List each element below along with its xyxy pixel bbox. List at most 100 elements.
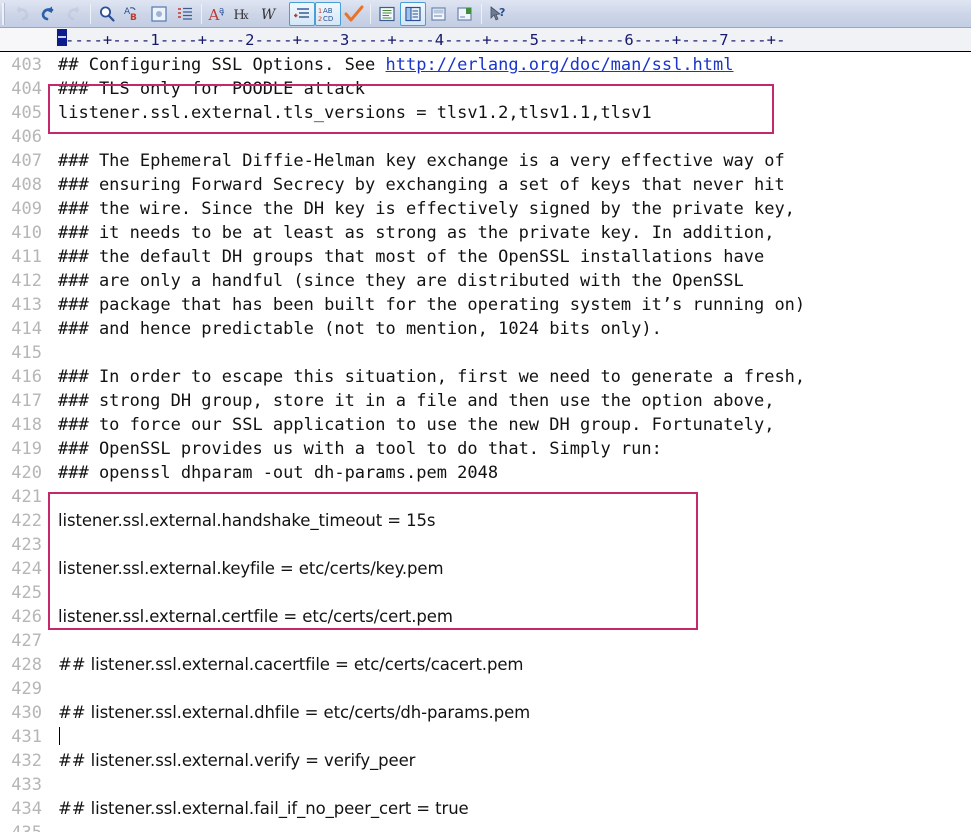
code-line[interactable]: listener.ssl.external.tls_versions = tls… [46, 101, 971, 125]
line-number: 424 [11, 559, 42, 579]
code-line[interactable]: ### openssl dhparam -out dh-params.pem 2… [46, 461, 971, 485]
toolbar-separator [201, 3, 202, 24]
replace-icon[interactable]: A B [120, 2, 146, 26]
line-number: 419 [11, 439, 42, 459]
code-content[interactable]: ## Configuring SSL Options. See http://e… [46, 52, 971, 832]
line-number: 414 [11, 319, 42, 339]
undo-icon[interactable] [9, 2, 35, 26]
document-map-icon[interactable] [374, 2, 400, 26]
code-line[interactable]: listener.ssl.external.handshake_timeout … [46, 509, 971, 533]
code-line[interactable]: listener.ssl.external.keyfile = etc/cert… [46, 557, 971, 581]
word-wrap-w-icon[interactable]: W [257, 2, 283, 26]
code-line[interactable]: ### to force our SSL application to use … [46, 413, 971, 437]
code-line-text: listener.ssl.external.tls_versions = tls… [58, 103, 652, 123]
code-editor-area[interactable]: 403 404 405 406 407 408 409 410 411 412 413 414 415 4… [0, 52, 971, 832]
code-line-text: ## listener.ssl.external.cacertfile = et… [58, 655, 524, 674]
function-list-icon[interactable] [400, 1, 426, 26]
show-all-chars-icon[interactable]: 1 AB 2 CD [315, 1, 341, 26]
font-size-icon[interactable]: A a [205, 2, 231, 26]
line-number: 427 [11, 631, 42, 651]
line-number: 404 [11, 79, 42, 99]
code-line-text: listener.ssl.external.keyfile = etc/cert… [58, 559, 444, 578]
code-line[interactable]: ## listener.ssl.external.verify = verify… [46, 749, 971, 773]
code-line[interactable] [46, 821, 971, 832]
code-line[interactable] [46, 725, 971, 749]
svg-text:AB: AB [323, 7, 333, 15]
spellcheck-icon[interactable] [341, 2, 367, 26]
document-switcher-icon[interactable] [426, 2, 452, 26]
code-line-text: ### to force our SSL application to use … [58, 415, 775, 435]
code-line[interactable]: ## listener.ssl.external.dhfile = etc/ce… [46, 701, 971, 725]
code-line[interactable]: ### strong DH group, store it in a file … [46, 389, 971, 413]
code-line[interactable] [46, 773, 971, 797]
line-number: 426 [11, 607, 42, 627]
code-line[interactable]: ### package that has been built for the … [46, 293, 971, 317]
line-number: 420 [11, 463, 42, 483]
toolbar-separator [481, 3, 482, 24]
code-line[interactable]: ## listener.ssl.external.cacertfile = et… [46, 653, 971, 677]
line-number: 425 [11, 583, 42, 603]
line-number: 418 [11, 415, 42, 435]
code-line[interactable]: ### the default DH groups that most of t… [46, 245, 971, 269]
code-line-url[interactable]: http://erlang.org/doc/man/ssl.html [386, 55, 734, 75]
code-line[interactable]: ### are only a handful (since they are d… [46, 269, 971, 293]
ruler-track[interactable]: ----+----1----+----2----+----3----+----4… [56, 28, 971, 51]
code-line-text: ### TLS only for POODLE attack [58, 79, 366, 99]
line-number: 415 [11, 343, 42, 363]
redo-disabled-icon[interactable] [61, 2, 87, 26]
line-number: 431 [11, 727, 42, 747]
code-line[interactable] [46, 581, 971, 605]
code-line[interactable]: ### In order to escape this situation, f… [46, 365, 971, 389]
first-line-indent-marker[interactable] [57, 29, 67, 46]
code-line[interactable]: ### ensuring Forward Secrecy by exchangi… [46, 173, 971, 197]
code-line-text: ### and hence predictable (not to mentio… [58, 319, 662, 339]
line-number: 412 [11, 271, 42, 291]
code-line[interactable]: ### the wire. Since the DH key is effect… [46, 197, 971, 221]
line-number: 413 [11, 295, 42, 315]
toolbar-separator [90, 3, 91, 24]
goto-line-icon[interactable] [146, 2, 172, 26]
line-number: 428 [11, 655, 42, 675]
bookmark-list-icon[interactable] [172, 2, 198, 26]
code-line[interactable]: ### OpenSSL provides us with a tool to d… [46, 437, 971, 461]
code-line[interactable]: listener.ssl.external.certfile = etc/cer… [46, 605, 971, 629]
line-number: 417 [11, 391, 42, 411]
toolbar: A B A a H x W 1 AB 2 CD ? [0, 0, 971, 28]
line-number: 430 [11, 703, 42, 723]
code-line-text: ## Configuring SSL Options. See [58, 55, 386, 75]
code-line-text: ## listener.ssl.external.dhfile = etc/ce… [58, 703, 531, 722]
ruler-marks: ----+----1----+----2----+----3----+----4… [65, 30, 786, 49]
search-icon[interactable] [94, 2, 120, 26]
code-line[interactable] [46, 533, 971, 557]
svg-text:x: x [243, 11, 249, 22]
code-line-text: ### openssl dhparam -out dh-params.pem 2… [58, 463, 499, 483]
code-line[interactable]: ### TLS only for POODLE attack [46, 77, 971, 101]
run-plugin-icon[interactable] [452, 2, 478, 26]
line-number: 408 [11, 175, 42, 195]
line-number: 411 [11, 247, 42, 267]
code-line[interactable]: ## Configuring SSL Options. See http://e… [46, 53, 971, 77]
code-line[interactable] [46, 125, 971, 149]
code-line[interactable] [46, 485, 971, 509]
line-number: 409 [11, 199, 42, 219]
code-line-text: ### The Ephemeral Diffie-Helman key exch… [58, 151, 785, 171]
column-ruler: ----+----1----+----2----+----3----+----4… [0, 28, 971, 52]
hex-view-icon[interactable]: H x [231, 2, 257, 26]
help-pointer-icon[interactable]: ? [485, 2, 511, 26]
toolbar-drag-handle[interactable] [2, 2, 8, 25]
code-line[interactable] [46, 629, 971, 653]
show-whitespace-icon[interactable] [289, 1, 315, 26]
code-line[interactable]: ### it needs to be at least as strong as… [46, 221, 971, 245]
code-line[interactable]: ## listener.ssl.external.fail_if_no_peer… [46, 797, 971, 821]
code-line-text: ### strong DH group, store it in a file … [58, 391, 775, 411]
line-number: 434 [11, 799, 42, 819]
code-line[interactable]: ### The Ephemeral Diffie-Helman key exch… [46, 149, 971, 173]
code-line[interactable]: ### and hence predictable (not to mentio… [46, 317, 971, 341]
code-line-text: ### the default DH groups that most of t… [58, 247, 765, 267]
code-line[interactable] [46, 677, 971, 701]
redo-icon[interactable] [35, 2, 61, 26]
text-caret [59, 727, 60, 745]
code-line-text: ### ensuring Forward Secrecy by exchangi… [58, 175, 785, 195]
code-line-text: ### OpenSSL provides us with a tool to d… [58, 439, 662, 459]
code-line[interactable] [46, 341, 971, 365]
